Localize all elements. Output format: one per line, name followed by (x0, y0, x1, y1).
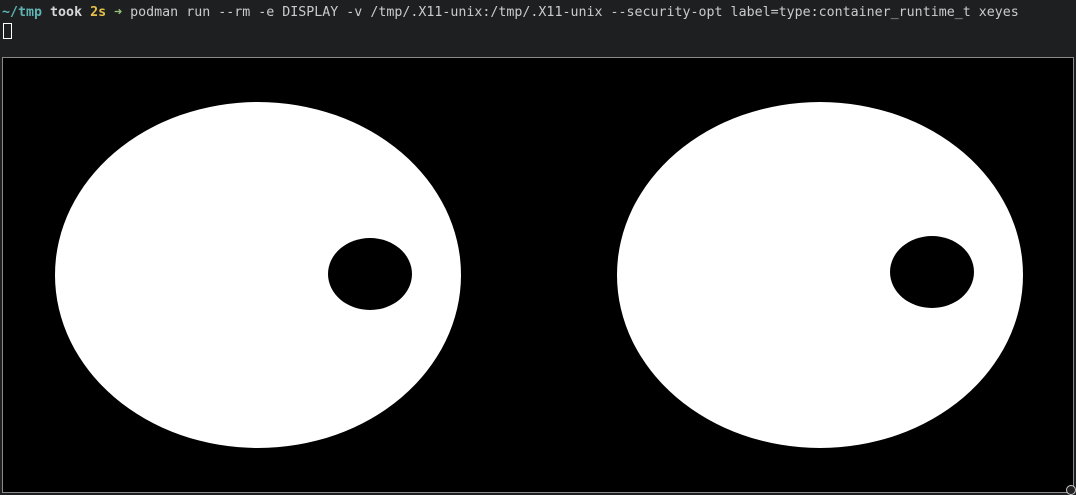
terminal-prompt-line: ~/tmp took 2s ➜ podman run --rm -e DISPL… (2, 4, 1019, 22)
xeyes-canvas (55, 102, 1023, 448)
left-pupil (328, 238, 412, 310)
terminal-cursor (3, 23, 12, 39)
prompt-duration: 2s (90, 5, 107, 20)
command-text: podman run --rm -e DISPLAY -v /tmp/.X11-… (130, 5, 1019, 20)
prompt-cwd: ~/tmp (2, 5, 43, 20)
xeyes-window[interactable] (2, 57, 1076, 495)
prompt-took-label: took (50, 5, 83, 20)
right-pupil (890, 236, 974, 308)
prompt-arrow-icon: ➜ (114, 5, 123, 20)
